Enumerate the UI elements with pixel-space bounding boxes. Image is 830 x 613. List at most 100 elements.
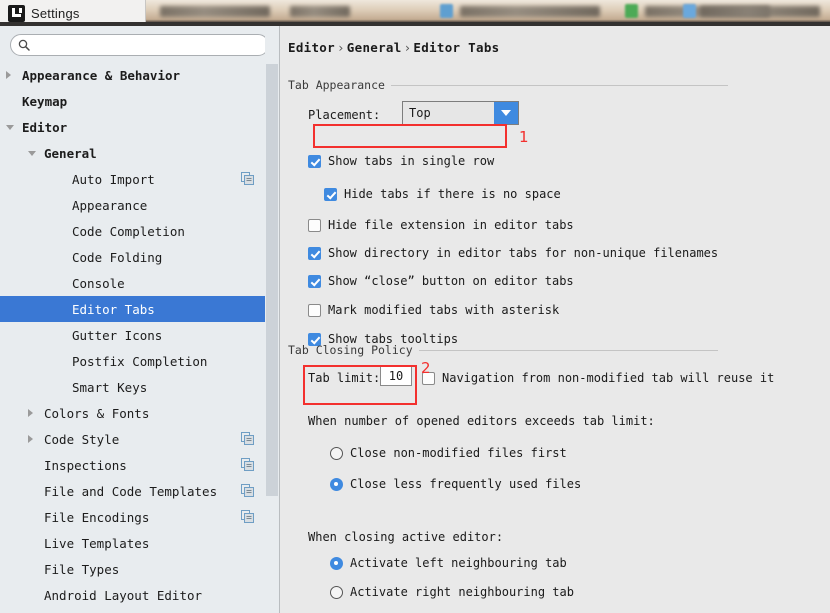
placement-label: Placement: bbox=[308, 108, 381, 122]
settings-main-panel: Editor › General › Editor Tabs Tab Appearanc… bbox=[280, 26, 830, 613]
sidebar-item-copyright[interactable]: Copyright bbox=[0, 608, 266, 613]
sidebar-item-label: Appearance & Behavior bbox=[22, 67, 181, 83]
backdrop-blur-text-2 bbox=[290, 6, 350, 17]
exceeds-label-row: When number of opened editors exceeds ta… bbox=[308, 414, 655, 428]
checkbox-row-hide-tabs-if-there-is-no-space[interactable]: Hide tabs if there is no space bbox=[324, 187, 561, 201]
radio-indicator[interactable] bbox=[330, 477, 343, 491]
breadcrumb: Editor › General › Editor Tabs bbox=[288, 40, 500, 55]
copy-settings-icon[interactable] bbox=[241, 432, 254, 445]
sidebar-scrollbar-thumb[interactable] bbox=[266, 64, 278, 496]
sidebar-item-live-templates[interactable]: Live Templates bbox=[0, 530, 266, 556]
checkbox-row-show-tabs-in-single-row[interactable]: Show tabs in single row bbox=[308, 154, 494, 168]
chevron-down-icon[interactable] bbox=[6, 125, 14, 130]
checkbox-label: Show tabs in single row bbox=[328, 154, 495, 168]
radio-indicator[interactable] bbox=[330, 446, 343, 460]
sidebar-item-general[interactable]: General bbox=[0, 140, 266, 166]
copy-settings-icon[interactable] bbox=[241, 458, 254, 471]
radio-label: Close less frequently used files bbox=[350, 477, 582, 491]
sidebar-item-postfix-completion[interactable]: Postfix Completion bbox=[0, 348, 266, 374]
radio-row-close-non-modified-files-first[interactable]: Close non-modified files first bbox=[330, 446, 567, 460]
sidebar-item-inspections[interactable]: Inspections bbox=[0, 452, 266, 478]
sidebar-item-label: Inspections bbox=[44, 457, 127, 473]
tab-limit-label: Tab limit: bbox=[308, 371, 381, 385]
sidebar-item-label: Live Templates bbox=[44, 535, 150, 551]
sidebar-item-console[interactable]: Console bbox=[0, 270, 266, 296]
navigation-reuse-row[interactable]: Navigation from non-modified tab will re… bbox=[422, 371, 774, 385]
breadcrumb-part-1[interactable]: Editor bbox=[288, 40, 335, 55]
sidebar-item-auto-import[interactable]: Auto Import bbox=[0, 166, 266, 192]
settings-sidebar: Appearance & Behavior Keymap Editor General… bbox=[0, 26, 280, 613]
checkbox-indicator[interactable] bbox=[308, 218, 321, 232]
sidebar-item-label: Appearance bbox=[72, 197, 148, 213]
sidebar-item-file-and-code-templates[interactable]: File and Code Templates bbox=[0, 478, 266, 504]
breadcrumb-separator-1: › bbox=[336, 40, 345, 55]
tab-appearance-title-row: Tab Appearance bbox=[288, 78, 728, 92]
checkbox-label: Mark modified tabs with asterisk bbox=[328, 303, 560, 317]
sidebar-item-label: Smart Keys bbox=[72, 379, 148, 395]
search-input[interactable] bbox=[35, 36, 245, 54]
sidebar-item-colors-fonts[interactable]: Colors & Fonts bbox=[0, 400, 266, 426]
search-icon bbox=[18, 39, 30, 51]
copy-settings-icon[interactable] bbox=[241, 484, 254, 497]
checkbox-indicator[interactable] bbox=[308, 154, 321, 168]
settings-tree: Appearance & Behavior Keymap Editor General… bbox=[0, 62, 266, 613]
copy-settings-icon[interactable] bbox=[241, 172, 254, 185]
sidebar-item-gutter-icons[interactable]: Gutter Icons bbox=[0, 322, 266, 348]
checkbox-indicator[interactable] bbox=[324, 187, 337, 201]
checkbox-indicator[interactable] bbox=[308, 303, 321, 317]
chevron-right-icon[interactable] bbox=[6, 71, 11, 79]
tab-limit-input[interactable]: 10 bbox=[380, 366, 412, 386]
sidebar-item-editor[interactable]: Editor bbox=[0, 114, 266, 140]
backdrop-blur-icon-1 bbox=[440, 4, 453, 18]
tab-limit-row: Tab limit: bbox=[308, 371, 380, 385]
sidebar-item-code-folding[interactable]: Code Folding bbox=[0, 244, 266, 270]
sidebar-item-label: Code Folding bbox=[72, 249, 163, 265]
annotation-number: 2 bbox=[421, 359, 431, 377]
chevron-right-icon[interactable] bbox=[28, 435, 33, 443]
sidebar-item-code-completion[interactable]: Code Completion bbox=[0, 218, 266, 244]
breadcrumb-part-2[interactable]: General bbox=[347, 40, 402, 55]
radio-row-activate-left-neighbouring-tab[interactable]: Activate left neighbouring tab bbox=[330, 556, 567, 570]
checkbox-label: Show “close” button on editor tabs bbox=[328, 274, 574, 288]
checkbox-row-show-close-button-on-editor-tabs[interactable]: Show “close” button on editor tabs bbox=[308, 274, 574, 288]
sidebar-item-editor-tabs[interactable]: Editor Tabs bbox=[0, 296, 266, 322]
checkbox-row-mark-modified-tabs-with-asterisk[interactable]: Mark modified tabs with asterisk bbox=[308, 303, 559, 317]
sidebar-item-keymap[interactable]: Keymap bbox=[0, 88, 266, 114]
radio-label: Activate left neighbouring tab bbox=[350, 556, 567, 570]
checkbox-row-hide-file-extension-in-editor-tabs[interactable]: Hide file extension in editor tabs bbox=[308, 218, 574, 232]
sidebar-item-appearance-behavior[interactable]: Appearance & Behavior bbox=[0, 62, 266, 88]
checkbox-indicator[interactable] bbox=[308, 274, 321, 288]
group-divider-line-2 bbox=[418, 349, 718, 351]
sidebar-item-label: Postfix Completion bbox=[72, 353, 208, 369]
placement-dropdown[interactable]: Top bbox=[402, 101, 519, 125]
sidebar-item-file-encodings[interactable]: File Encodings bbox=[0, 504, 266, 530]
checkbox-indicator[interactable] bbox=[308, 246, 321, 260]
sidebar-item-appearance[interactable]: Appearance bbox=[0, 192, 266, 218]
breadcrumb-part-3: Editor Tabs bbox=[413, 40, 500, 55]
radio-indicator[interactable] bbox=[330, 556, 343, 570]
chevron-right-icon[interactable] bbox=[28, 409, 33, 417]
tab-appearance-title: Tab Appearance bbox=[288, 78, 385, 92]
group-divider-line bbox=[390, 84, 728, 86]
checkbox-row-show-directory-in-editor-tabs-for-non-unique-filenames[interactable]: Show directory in editor tabs for non-un… bbox=[308, 246, 718, 260]
radio-row-activate-right-neighbouring-tab[interactable]: Activate right neighbouring tab bbox=[330, 585, 574, 599]
chevron-down-icon[interactable] bbox=[28, 151, 36, 156]
closing-label-row: When closing active editor: bbox=[308, 530, 503, 544]
tab-closing-title-row: Tab Closing Policy bbox=[288, 343, 718, 357]
sidebar-item-smart-keys[interactable]: Smart Keys bbox=[0, 374, 266, 400]
search-box[interactable] bbox=[10, 34, 269, 56]
sidebar-item-file-types[interactable]: File Types bbox=[0, 556, 266, 582]
placement-row: Placement: bbox=[308, 108, 380, 122]
chevron-down-icon[interactable] bbox=[494, 102, 518, 124]
sidebar-item-code-style[interactable]: Code Style bbox=[0, 426, 266, 452]
sidebar-item-android-layout-editor[interactable]: Android Layout Editor bbox=[0, 582, 266, 608]
sidebar-item-label: Editor Tabs bbox=[72, 301, 155, 317]
checkbox-label: Hide file extension in editor tabs bbox=[328, 218, 574, 232]
sidebar-search-wrap bbox=[0, 26, 279, 60]
sidebar-scrollbar-track[interactable] bbox=[265, 26, 279, 613]
radio-indicator[interactable] bbox=[330, 585, 343, 599]
radio-row-close-less-frequently-used-files[interactable]: Close less frequently used files bbox=[330, 477, 581, 491]
copy-settings-icon[interactable] bbox=[241, 510, 254, 523]
breadcrumb-separator-2: › bbox=[403, 40, 412, 55]
sidebar-item-label: Android Layout Editor bbox=[44, 587, 203, 603]
